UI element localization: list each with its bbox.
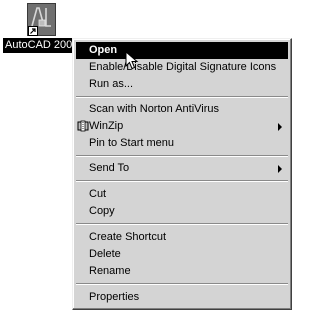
menu-item-label: WinZip	[89, 120, 124, 132]
menu-item-rename[interactable]: Rename	[76, 263, 288, 280]
menu-separator	[76, 96, 288, 98]
menu-item-winzip[interactable]: WinZip	[76, 118, 288, 135]
menu-item-send-to[interactable]: Send To	[76, 160, 288, 177]
menu-item-delete[interactable]: Delete	[76, 246, 288, 263]
menu-item-digital-signature-icons[interactable]: Enable/Disable Digital Signature Icons	[76, 59, 288, 76]
menu-item-norton-scan[interactable]: Scan with Norton AntiVirus	[76, 101, 288, 118]
menu-item-properties[interactable]: Properties	[76, 289, 288, 306]
submenu-arrow-icon	[278, 165, 282, 173]
menu-item-open[interactable]: Open	[76, 42, 288, 59]
menu-item-copy[interactable]: Copy	[76, 203, 288, 220]
menu-item-cut[interactable]: Cut	[76, 186, 288, 203]
menu-separator	[76, 180, 288, 182]
desktop: AutoCAD 200 Open Enable/Disable Digital …	[0, 0, 295, 312]
menu-item-run-as[interactable]: Run as...	[76, 76, 288, 93]
menu-item-label: Send To	[89, 162, 130, 174]
menu-separator	[76, 155, 288, 157]
shortcut-arrow-icon	[28, 26, 38, 36]
winzip-icon	[77, 120, 89, 132]
context-menu: Open Enable/Disable Digital Signature Ic…	[72, 38, 292, 310]
menu-separator	[76, 223, 288, 225]
desktop-shortcut[interactable]: AutoCAD 200	[0, 0, 80, 56]
menu-item-pin-to-start[interactable]: Pin to Start menu	[76, 135, 288, 152]
menu-separator	[76, 283, 288, 285]
submenu-arrow-icon	[278, 123, 282, 131]
mouse-pointer-icon	[125, 50, 139, 71]
menu-item-create-shortcut[interactable]: Create Shortcut	[76, 229, 288, 246]
shortcut-label[interactable]: AutoCAD 200	[3, 38, 73, 53]
